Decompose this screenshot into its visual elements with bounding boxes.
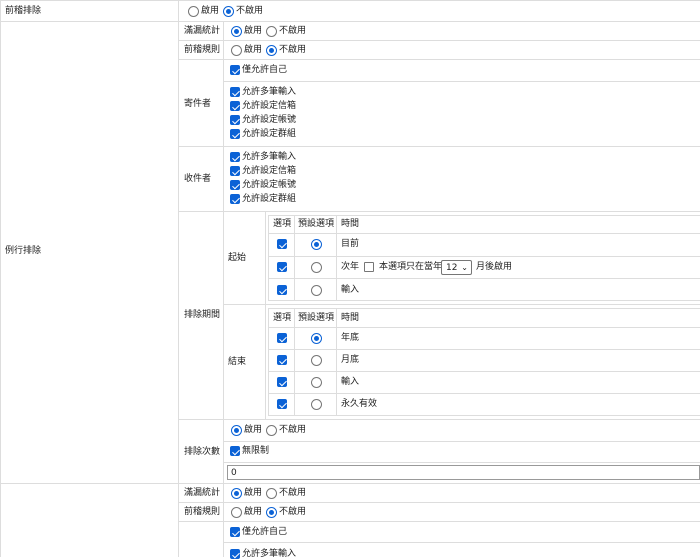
- start-row-default-radio[interactable]: [311, 285, 322, 296]
- next-year-only-label: 本選項只在當年: [379, 262, 443, 272]
- count-disable-radio[interactable]: [266, 425, 277, 436]
- start-row-default-radio[interactable]: [311, 262, 322, 273]
- period-end-label: 結束: [228, 357, 247, 367]
- second-leak-stats-disable-label: 不啟用: [279, 488, 307, 498]
- start-row-checkbox[interactable]: [277, 239, 287, 249]
- sender-item-label: 允許設定帳號: [242, 115, 297, 125]
- end-row-time: 輸入: [341, 377, 360, 387]
- end-header-time: 時間: [341, 313, 360, 323]
- sender-group-checkbox[interactable]: [230, 129, 240, 139]
- recipient-item-label: 允許設定帳號: [242, 180, 297, 190]
- leak-stats-enable-label: 啟用: [244, 26, 263, 36]
- second-leak-stats-enable-label: 啟用: [244, 488, 263, 498]
- prev-exclude-disable-radio[interactable]: [223, 6, 234, 17]
- next-year-only-checkbox[interactable]: [364, 262, 374, 272]
- prev-exclude-enable-label: 啟用: [201, 6, 220, 16]
- recipient-item-label: 允許多筆輸入: [242, 152, 297, 162]
- prev-exclude-enable-radio[interactable]: [188, 6, 199, 17]
- prev-rule-disable-radio[interactable]: [266, 45, 277, 56]
- month-select-value: 12: [446, 263, 458, 273]
- sender-multi-checkbox[interactable]: [230, 87, 240, 97]
- start-header-default: 預設選項: [298, 219, 335, 229]
- prev-exclude-disable-label: 不啟用: [236, 6, 264, 16]
- count-enable-label: 啟用: [244, 425, 263, 435]
- count-label: 排除次數: [184, 447, 221, 457]
- period-label: 排除期間: [184, 310, 221, 320]
- leak-stats-label: 滿漏統計: [184, 26, 221, 36]
- prev-rule-label: 前稽規則: [184, 45, 221, 55]
- start-row-time: 輸入: [341, 285, 360, 295]
- prev-rule-enable-label: 啟用: [244, 45, 263, 55]
- leak-stats-enable-radio[interactable]: [231, 26, 242, 37]
- second-sender-only-self-label: 僅允許自己: [242, 527, 288, 537]
- prev-rule-disable-label: 不啟用: [279, 45, 307, 55]
- recipient-mailbox-checkbox[interactable]: [230, 166, 240, 176]
- sender-only-self-checkbox[interactable]: [230, 65, 240, 75]
- second-leak-stats-label: 滿漏統計: [184, 488, 221, 498]
- sender-item-label: 允許設定信箱: [242, 101, 297, 111]
- sender-label: 寄件者: [184, 99, 212, 109]
- end-row-default-radio[interactable]: [311, 333, 322, 344]
- end-row-time: 永久有效: [341, 399, 378, 409]
- row-label-routine-exclude: 例行排除: [5, 246, 42, 256]
- end-row-time: 年底: [341, 333, 360, 343]
- start-row-default-radio[interactable]: [311, 239, 322, 250]
- end-row-time: 月底: [341, 355, 360, 365]
- end-row-checkbox[interactable]: [277, 399, 287, 409]
- sender-account-checkbox[interactable]: [230, 115, 240, 125]
- second-prev-rule-enable-label: 啟用: [244, 507, 263, 517]
- start-row-time: 目前: [341, 239, 360, 249]
- recipient-multi-checkbox[interactable]: [230, 152, 240, 162]
- count-input-value: 0: [231, 468, 237, 478]
- second-prev-rule-label: 前稽規則: [184, 507, 221, 517]
- end-row-default-radio[interactable]: [311, 399, 322, 410]
- second-leak-stats-disable-radio[interactable]: [266, 488, 277, 499]
- sender-item-label: 允許設定群組: [242, 129, 297, 139]
- second-prev-rule-disable-radio[interactable]: [266, 507, 277, 518]
- count-disable-label: 不啟用: [279, 425, 307, 435]
- recipient-item-label: 允許設定信箱: [242, 166, 297, 176]
- start-header-option: 選項: [273, 219, 292, 229]
- second-sender-item-label: 允許多筆輸入: [242, 549, 297, 559]
- month-select[interactable]: 12 ⌄: [441, 260, 472, 275]
- count-unlimited-checkbox[interactable]: [230, 446, 240, 456]
- end-row-default-radio[interactable]: [311, 377, 322, 388]
- leak-stats-disable-label: 不啟用: [279, 26, 307, 36]
- second-sender-only-self-checkbox[interactable]: [230, 527, 240, 537]
- recipient-group-checkbox[interactable]: [230, 194, 240, 204]
- sender-item-label: 允許多筆輸入: [242, 87, 297, 97]
- prev-rule-enable-radio[interactable]: [231, 45, 242, 56]
- end-header-default: 預設選項: [298, 313, 335, 323]
- end-header-option: 選項: [273, 313, 292, 323]
- start-row-checkbox[interactable]: [277, 285, 287, 295]
- start-header-time: 時間: [341, 219, 360, 229]
- leak-stats-disable-radio[interactable]: [266, 26, 277, 37]
- second-prev-rule-enable-radio[interactable]: [231, 507, 242, 518]
- end-row-checkbox[interactable]: [277, 377, 287, 387]
- second-sender-multi-checkbox[interactable]: [230, 549, 240, 559]
- sender-only-self-label: 僅允許自己: [242, 65, 288, 75]
- chevron-down-icon: ⌄: [461, 263, 468, 272]
- count-input[interactable]: 0: [227, 465, 700, 480]
- second-prev-rule-disable-label: 不啟用: [279, 507, 307, 517]
- row-label-prev-exclude: 前稽排除: [5, 6, 42, 16]
- count-enable-radio[interactable]: [231, 425, 242, 436]
- second-leak-stats-enable-radio[interactable]: [231, 488, 242, 499]
- month-after-label: 月後啟用: [476, 262, 513, 272]
- count-unlimited-label: 無限制: [242, 446, 270, 456]
- period-start-label: 起始: [228, 253, 247, 263]
- start-row-checkbox[interactable]: [277, 262, 287, 272]
- end-row-checkbox[interactable]: [277, 333, 287, 343]
- start-row-time: 次年: [341, 262, 360, 272]
- sender-mailbox-checkbox[interactable]: [230, 101, 240, 111]
- recipient-account-checkbox[interactable]: [230, 180, 240, 190]
- recipient-item-label: 允許設定群組: [242, 194, 297, 204]
- end-row-default-radio[interactable]: [311, 355, 322, 366]
- end-row-checkbox[interactable]: [277, 355, 287, 365]
- recipient-label: 收件者: [184, 174, 212, 184]
